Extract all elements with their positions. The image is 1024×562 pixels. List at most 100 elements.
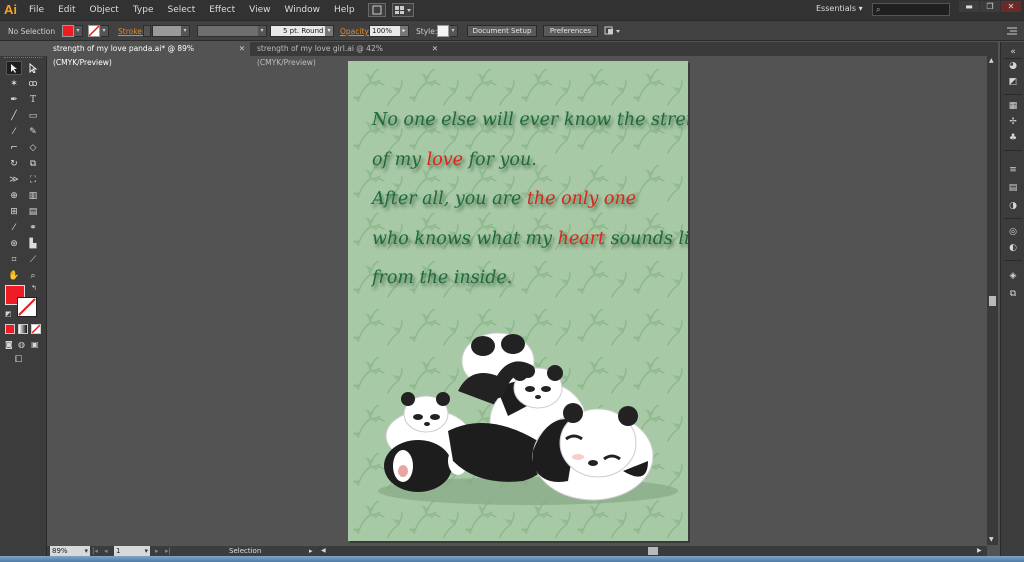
screen-mode-icon[interactable]: ⧠ [15,355,22,365]
maximize-button[interactable]: ❐ [980,1,1000,12]
collapse-panels-icon[interactable]: « [1006,46,1020,58]
fill-swatch[interactable] [62,25,74,37]
rotate-tool-icon[interactable]: ↻ [6,157,22,171]
scroll-down-icon[interactable]: ▼ [989,536,994,543]
graphic-styles-panel-icon[interactable]: ◐ [1006,242,1020,254]
artboard[interactable]: No one else will ever know the strength … [348,61,688,541]
menu-help[interactable]: Help [327,0,362,20]
magic-wand-tool-icon[interactable]: ✶ [6,77,22,91]
stroke-label[interactable]: Stroke: [118,25,144,38]
pencil-tool-icon[interactable]: ✎ [25,125,41,139]
horizontal-scrollbar[interactable]: ◀ ▶ [318,546,987,556]
tab-girl-document[interactable]: strength of my love girl.ai @ 42% (CMYK/… [251,42,443,67]
paintbrush-tool-icon[interactable]: ⁄ [6,125,22,139]
artboard-number-field[interactable]: 1 ▾ [114,546,150,556]
direct-selection-tool-icon[interactable] [25,61,41,75]
layers-panel-icon[interactable]: ◈ [1006,270,1020,282]
graphic-style-swatch[interactable] [437,25,449,37]
vertical-scroll-thumb[interactable] [989,296,996,306]
stroke-weight-stepper[interactable] [143,25,151,37]
swap-fill-stroke-icon[interactable]: ↰ [31,284,37,292]
symbols-panel-icon[interactable]: ♣ [1006,132,1020,144]
menu-select[interactable]: Select [160,0,202,20]
fill-dropdown[interactable]: ▾ [74,25,83,37]
lasso-tool-icon[interactable]: ꝏ [25,77,41,91]
scale-tool-icon[interactable]: ⧉ [25,157,41,171]
perspective-grid-tool-icon[interactable]: ▥ [25,189,41,203]
color-mode-icon[interactable] [5,324,15,334]
panel-grip[interactable] [4,57,42,60]
status-menu-icon[interactable]: ▸ [309,546,313,556]
menu-view[interactable]: View [242,0,277,20]
menu-file[interactable]: File [22,0,51,20]
zoom-tool-icon[interactable]: ⌕ [25,269,41,283]
artboard-tool-icon[interactable]: ⌗ [6,253,22,267]
close-icon[interactable]: ✕ [432,42,438,56]
type-tool-icon[interactable]: T [25,93,41,107]
arrange-icon[interactable] [604,25,624,38]
tab-panda-document[interactable]: strength of my love panda.ai* @ 89% (CMY… [47,42,250,67]
default-colors-icon[interactable]: ◩ [5,310,12,318]
variable-width-profile[interactable]: ▾ [197,25,267,37]
panel-menu-icon[interactable] [1006,25,1018,38]
scroll-right-icon[interactable]: ▶ [977,547,982,554]
gradient-mode-icon[interactable] [18,324,28,334]
mesh-tool-icon[interactable]: ⊞ [6,205,22,219]
swatches-panel-icon[interactable]: ▦ [1006,100,1020,112]
draw-behind-icon[interactable]: ◍ [18,340,25,349]
opacity-field[interactable]: 100% ▸ [369,25,409,37]
last-artboard-icon[interactable]: ▸| [165,546,171,556]
close-button[interactable]: ✕ [1001,1,1021,12]
scroll-up-icon[interactable]: ▲ [989,57,994,64]
document-setup-button[interactable]: Document Setup [467,25,537,37]
horizontal-scroll-thumb[interactable] [648,547,658,555]
menu-window[interactable]: Window [278,0,328,20]
bridge-icon[interactable] [367,3,386,17]
zoom-field[interactable]: 89% ▾ [50,546,90,556]
stroke-color-box[interactable] [17,297,37,317]
eraser-tool-icon[interactable]: ◇ [25,141,41,155]
brush-definition[interactable]: 5 pt. Round ▾ [270,25,334,37]
workspace-switcher[interactable]: Essentials ▾ [816,4,863,13]
minimize-button[interactable]: ▬ [959,1,979,12]
selection-tool-icon[interactable] [6,61,22,75]
width-tool-icon[interactable]: ≫ [6,173,22,187]
line-segment-tool-icon[interactable]: ╱ [6,109,22,123]
appearance-panel-icon[interactable]: ◎ [1006,226,1020,238]
menu-object[interactable]: Object [83,0,126,20]
brushes-panel-icon[interactable]: ✢ [1006,116,1020,128]
menu-type[interactable]: Type [126,0,161,20]
free-transform-tool-icon[interactable]: ⛶ [25,173,41,187]
eyedropper-tool-icon[interactable]: ⁄ [6,221,22,235]
color-panel-icon[interactable]: ◕ [1006,60,1020,72]
pandas-illustration[interactable] [348,61,688,541]
first-artboard-icon[interactable]: |◂ [92,546,98,556]
blend-tool-icon[interactable]: ⚭ [25,221,41,235]
arrange-documents-icon[interactable] [391,3,414,17]
stroke-dropdown[interactable]: ▾ [100,25,109,37]
vertical-scrollbar[interactable]: ▲ ▼ [987,56,998,545]
color-guide-icon[interactable]: ◩ [1006,76,1020,88]
stroke-panel-icon[interactable]: ≡ [1006,164,1020,176]
shape-builder-tool-icon[interactable]: ⊕ [6,189,22,203]
next-artboard-icon[interactable]: ▸ [155,546,159,556]
draw-inside-icon[interactable]: ▣ [31,340,39,349]
opacity-label[interactable]: Opacity: [340,25,371,38]
artboards-panel-icon[interactable]: ⧉ [1006,288,1020,300]
none-mode-icon[interactable] [31,324,41,334]
hand-tool-icon[interactable]: ✋ [6,269,22,283]
stroke-swatch[interactable] [88,25,100,37]
preferences-button[interactable]: Preferences [543,25,598,37]
rectangle-tool-icon[interactable]: ▭ [25,109,41,123]
search-input[interactable]: ⌕ [872,3,950,16]
gradient-tool-icon[interactable]: ▤ [25,205,41,219]
draw-normal-icon[interactable]: ◙ [5,340,13,349]
blob-brush-tool-icon[interactable]: ⌐ [6,141,22,155]
previous-artboard-icon[interactable]: ◂ [104,546,108,556]
menu-edit[interactable]: Edit [51,0,82,20]
pen-tool-icon[interactable]: ✒ [6,93,22,107]
symbol-sprayer-tool-icon[interactable]: ⊛ [6,237,22,251]
close-icon[interactable]: ✕ [239,42,245,56]
gradient-panel-icon[interactable]: ▤ [1006,182,1020,194]
column-graph-tool-icon[interactable]: ▙ [25,237,41,251]
